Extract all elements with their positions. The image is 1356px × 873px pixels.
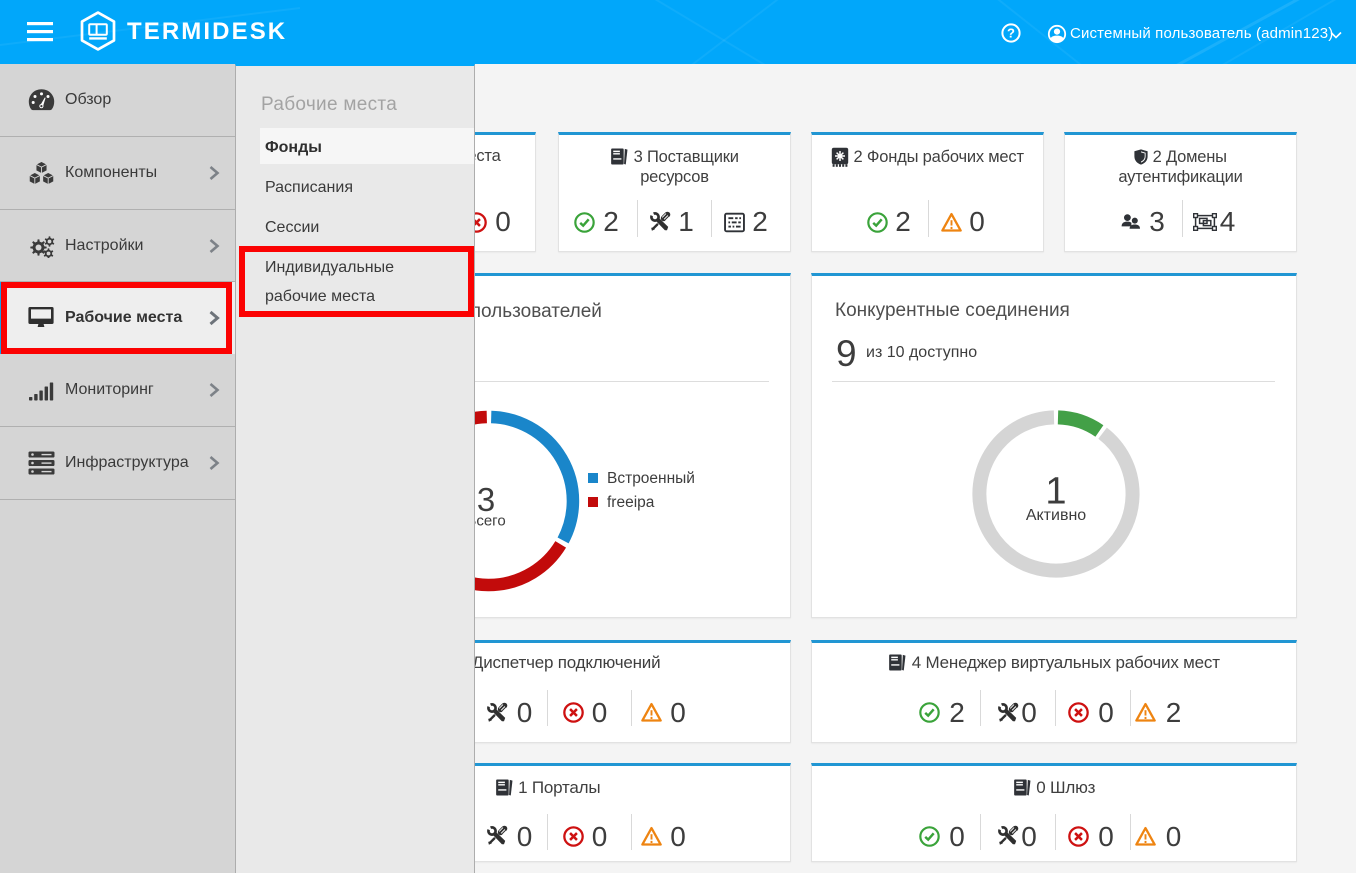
svg-text:?: ? <box>1007 26 1015 41</box>
